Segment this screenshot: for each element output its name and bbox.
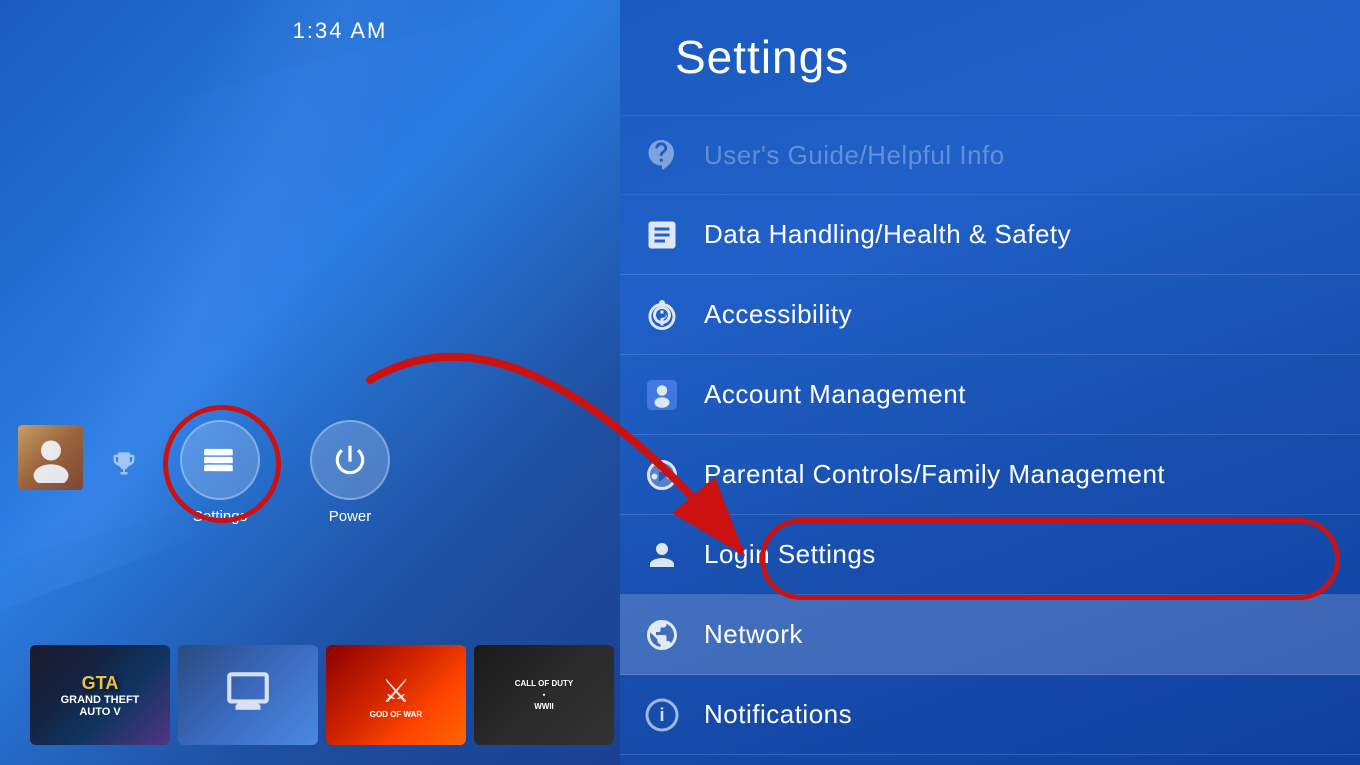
users-guide-icon: [640, 133, 684, 177]
monitor-icon: [223, 666, 273, 725]
login-icon: [640, 533, 684, 577]
cod-text: CALL OF DUTY⬝WWII: [515, 678, 574, 712]
settings-icon-item[interactable]: Settings: [180, 420, 260, 525]
settings-label: Settings: [193, 508, 247, 525]
trophy-icon: [110, 450, 138, 485]
notifications-label: Notifications: [704, 699, 852, 730]
notifications-icon: i: [640, 693, 684, 737]
settings-title: Settings: [675, 30, 849, 84]
middle-icons: Settings Power: [180, 420, 390, 525]
god-text: GOD OF WAR: [370, 710, 422, 719]
right-panel: Settings User's Guide/Helpful Info Data …: [620, 0, 1360, 765]
account-management-label: Account Management: [704, 379, 966, 410]
data-handling-icon: [640, 213, 684, 257]
power-label: Power: [329, 508, 372, 525]
settings-item-parental-controls[interactable]: Parental Controls/Family Management: [620, 435, 1360, 515]
gta-text: GRAND THEFTAUTO V: [61, 694, 140, 718]
users-guide-label: User's Guide/Helpful Info: [704, 140, 1005, 171]
power-icon-circle: [310, 420, 390, 500]
network-icon: [640, 613, 684, 657]
accessibility-icon: [640, 293, 684, 337]
gta-thumbnail[interactable]: GTA GRAND THEFTAUTO V: [30, 645, 170, 745]
settings-item-devices[interactable]: Devices: [620, 755, 1360, 765]
settings-icon-circle: [180, 420, 260, 500]
account-management-icon: [640, 373, 684, 417]
time-display: 1:34 AM: [293, 18, 388, 44]
settings-item-data-handling[interactable]: Data Handling/Health & Safety: [620, 195, 1360, 275]
network-label: Network: [704, 619, 803, 650]
power-icon-item[interactable]: Power: [310, 420, 390, 525]
parental-controls-label: Parental Controls/Family Management: [704, 459, 1165, 490]
data-handling-label: Data Handling/Health & Safety: [704, 219, 1071, 250]
parental-controls-icon: [640, 453, 684, 497]
profile-image: [18, 425, 83, 490]
game-thumbnails: GTA GRAND THEFTAUTO V ⚔ GOD OF WAR CALL …: [30, 645, 614, 745]
login-label: Login Settings: [704, 539, 876, 570]
svg-text:i: i: [659, 705, 664, 725]
settings-item-users-guide[interactable]: User's Guide/Helpful Info: [620, 115, 1360, 195]
settings-menu: User's Guide/Helpful Info Data Handling/…: [620, 115, 1360, 765]
monitor-thumbnail[interactable]: [178, 645, 318, 745]
accessibility-label: Accessibility: [704, 299, 852, 330]
settings-item-network[interactable]: Network: [620, 595, 1360, 675]
settings-item-notifications[interactable]: i Notifications: [620, 675, 1360, 755]
cod-thumbnail[interactable]: CALL OF DUTY⬝WWII: [474, 645, 614, 745]
settings-item-login[interactable]: Login Settings: [620, 515, 1360, 595]
settings-item-account-management[interactable]: Account Management: [620, 355, 1360, 435]
settings-item-accessibility[interactable]: Accessibility: [620, 275, 1360, 355]
left-panel: 1:34 AM Sett: [0, 0, 680, 765]
god-thumbnail[interactable]: ⚔ GOD OF WAR: [326, 645, 466, 745]
gta-logo: GTA: [82, 673, 119, 694]
